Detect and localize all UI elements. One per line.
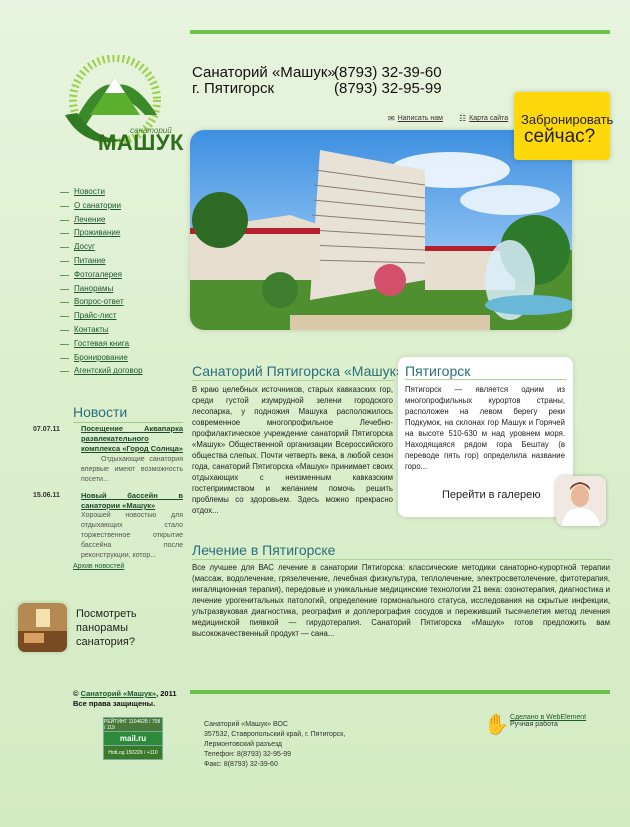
nav-item-accommodation[interactable]: Проживание <box>60 228 180 242</box>
developer-credit: ✋ Сделано в WebElement Ручная работа <box>484 714 630 736</box>
nav-item-about[interactable]: О санатории <box>60 201 180 215</box>
booking-button[interactable]: Забронировать сейчас? <box>514 92 614 160</box>
header-phone-2: (8793) 32-95-99 <box>334 80 442 97</box>
nav-item-leisure[interactable]: Досуг <box>60 242 180 256</box>
news-headline-link[interactable]: Посещение Аквапарка развлекательного ком… <box>81 424 183 454</box>
header-phone-1: (8793) 32-39-60 <box>334 64 442 81</box>
city-card-text: Пятигорск — является одним из многопрофи… <box>405 385 565 471</box>
nav-item-treatment[interactable]: Лечение <box>60 215 180 229</box>
copyright: © Санаторий «Машук», 2011 Все права защи… <box>73 689 177 709</box>
hero-photo <box>190 130 572 330</box>
panorama-line-2: панорамы <box>76 622 128 634</box>
footer-address: Санаторий «Машук» ВОС 357532, Ставрополь… <box>204 720 345 770</box>
doctor-photo <box>556 476 606 526</box>
nav-item-guestbook[interactable]: Гостевая книга <box>60 339 180 353</box>
nav-item-gallery[interactable]: Фотогалерея <box>60 270 180 284</box>
top-accent-bar <box>190 30 610 34</box>
panorama-promo[interactable]: Посмотреть панорамы санатория? <box>18 603 158 655</box>
about-divider <box>192 380 394 381</box>
nav-item-booking[interactable]: Бронирование <box>60 353 180 367</box>
logo-brand: МАШУК <box>98 130 184 155</box>
booking-line-2: сейчас? <box>524 126 596 147</box>
panorama-line-1: Посмотреть <box>76 608 137 620</box>
treatment-divider <box>192 559 612 560</box>
address-fax: Факс: 8(8793) 32-39-60 <box>204 761 278 768</box>
sitemap-label: Карта сайта <box>469 115 509 122</box>
hand-icon: ✋ <box>484 714 509 736</box>
treatment-title: Лечение в Пятигорске <box>192 542 336 558</box>
panorama-thumbnail <box>18 603 67 652</box>
gallery-link[interactable]: Перейти в галерею <box>442 489 540 501</box>
nav-item-agent-contract[interactable]: Агентский договор <box>60 366 180 380</box>
news-excerpt: Хорошей новостью для отдыхающих стало то… <box>81 512 183 559</box>
city-card-title: Пятигорск <box>405 363 471 379</box>
news-excerpt: Отдыхающие санатория впервые имеют возмо… <box>81 456 183 483</box>
nav-item-faq[interactable]: Вопрос-ответ <box>60 297 180 311</box>
nav-item-news[interactable]: Новости <box>60 187 180 201</box>
nav-item-prices[interactable]: Прайс-лист <box>60 311 180 325</box>
nav-item-food[interactable]: Питание <box>60 256 180 270</box>
header-name: Санаторий «Машук» <box>192 64 336 81</box>
address-line: Лермонтовский разъезд <box>204 741 282 748</box>
envelope-icon: ✉ <box>388 114 395 123</box>
nav-item-panoramas[interactable]: Панорамы <box>60 284 180 298</box>
nav-item-contacts[interactable]: Контакты <box>60 325 180 339</box>
copyright-year: , 2011 <box>156 689 177 698</box>
copyright-link[interactable]: Санаторий «Машук» <box>81 689 156 698</box>
rating-counter[interactable]: РЕЙТИНГ 1104628 / 708 / 119 <box>103 717 163 732</box>
mailru-counter[interactable]: mail.ru <box>103 731 163 746</box>
sidebar-nav: Новости О санатории Лечение Проживание Д… <box>60 187 180 380</box>
address-line: Санаторий «Машук» ВОС <box>204 721 288 728</box>
news-date: 07.07.11 <box>33 426 60 433</box>
about-title: Санаторий Пятигорска «Машук» <box>192 363 404 379</box>
hotlog-counter[interactable]: HotLog 150229 / +110 <box>103 745 163 760</box>
news-archive-link[interactable]: Архив новостей <box>73 563 124 570</box>
header-city: г. Пятигорск <box>192 80 275 97</box>
booking-line-1: Забронировать <box>521 112 614 127</box>
write-us-link[interactable]: ✉ Написать нам <box>388 114 443 123</box>
sitemap-link[interactable]: ☷ Карта сайта <box>459 114 508 123</box>
developer-note: Ручная работа <box>510 721 558 728</box>
developer-link[interactable]: Сделано в WebElement <box>510 714 630 721</box>
address-line: 357532, Ставропольский край, г. Пятигорс… <box>204 731 346 738</box>
sitemap-icon: ☷ <box>459 114 467 123</box>
about-text: В краю целебных источников, старых кавка… <box>192 385 393 515</box>
panorama-line-3: санатория? <box>76 636 135 648</box>
address-phone: Телефон: 8(8793) 32-95-99 <box>204 751 292 758</box>
news-date: 15.06.11 <box>33 492 60 499</box>
write-us-label: Написать нам <box>397 115 443 122</box>
city-card-divider <box>405 379 567 380</box>
city-card: Пятигорск Пятигорск — является одним из … <box>398 357 573 517</box>
treatment-text: Все лучшее для ВАС лечение в санатории П… <box>192 563 610 638</box>
news-title: Новости <box>73 404 128 420</box>
copyright-symbol: © <box>73 689 79 698</box>
rights-text: Все права защищены. <box>73 699 156 708</box>
footer-accent-bar <box>190 690 610 694</box>
news-divider <box>73 422 183 423</box>
news-headline-link[interactable]: Новый бассейн в санатории «Машук» <box>81 491 183 511</box>
